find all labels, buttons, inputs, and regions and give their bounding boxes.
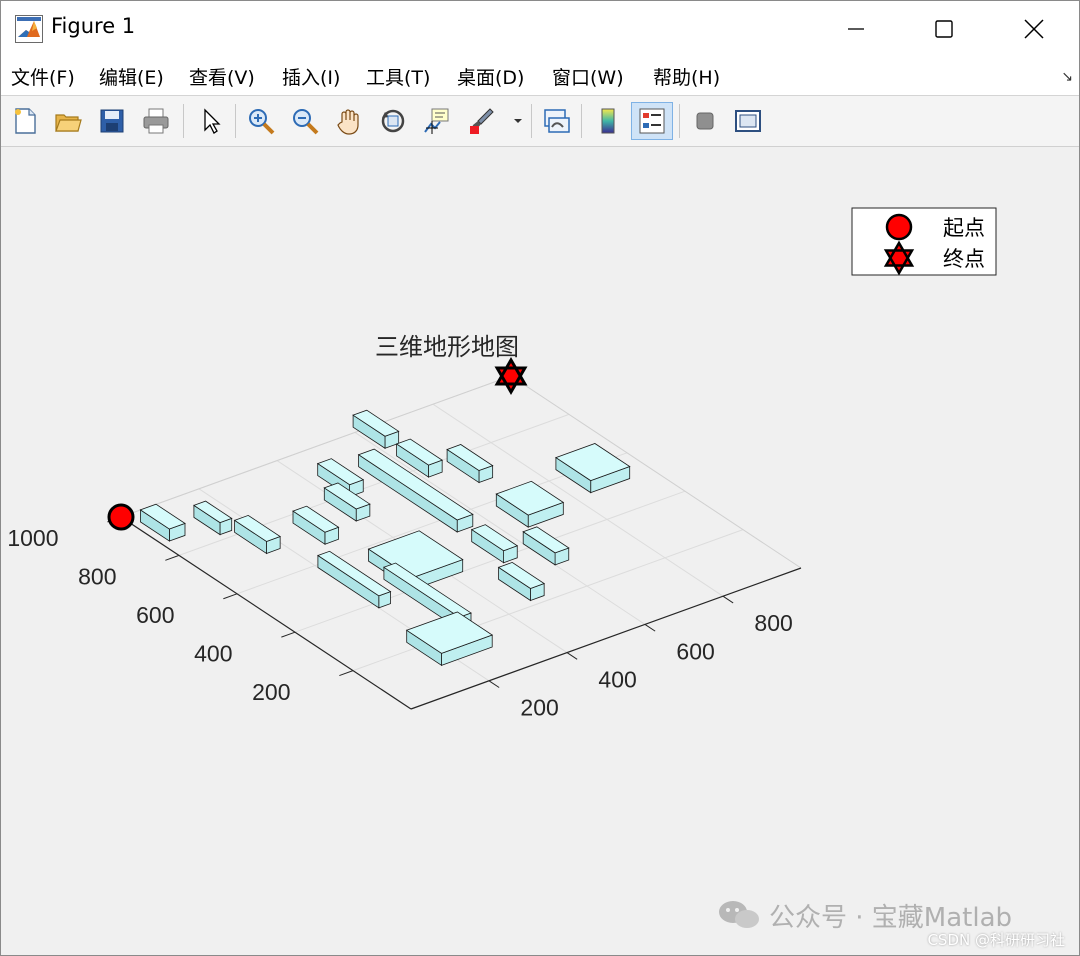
menu-insert[interactable]: 插入(I) [282, 63, 340, 90]
select-arrow-icon [204, 108, 221, 134]
save-icon [100, 109, 124, 133]
print-button[interactable] [139, 104, 173, 138]
y-tick-mark [339, 670, 354, 677]
legend-button[interactable] [631, 102, 673, 140]
terrain-block [497, 561, 546, 602]
menu-desktop[interactable]: 桌面(D) [457, 63, 524, 90]
rotate-3d-button[interactable] [376, 104, 410, 138]
minimize-icon [848, 28, 864, 30]
legend-start-marker [885, 213, 913, 241]
brush-dropdown-icon [514, 119, 522, 123]
minimize-button[interactable] [811, 1, 901, 57]
menu-help[interactable]: 帮助(H) [653, 63, 720, 90]
brush-dropdown-button[interactable] [509, 104, 527, 138]
legend-box[interactable]: 起点 终点 [851, 207, 997, 276]
x-tick-mark [722, 595, 734, 604]
legend-start-label: 起点 [943, 216, 985, 240]
open-file-button[interactable] [51, 104, 85, 138]
x-tick-label: 800 [754, 610, 792, 636]
title-bar: Figure 1 [1, 1, 1079, 57]
data-cursor-icon [424, 108, 449, 134]
terrain-block [139, 503, 186, 542]
data-cursor-button[interactable] [420, 104, 454, 138]
colorbar-button[interactable] [591, 104, 625, 138]
end-marker [494, 357, 528, 395]
y-tick-mark [281, 631, 296, 638]
figure-toolbar [1, 96, 1079, 147]
matlab-logo-icon [15, 15, 43, 43]
terrain-block [292, 505, 340, 545]
maximize-button[interactable] [899, 1, 989, 57]
new-figure-button[interactable] [8, 104, 42, 138]
x-tick-label: 600 [676, 638, 714, 664]
brush-button[interactable] [464, 104, 498, 138]
zoom-out-icon [293, 109, 319, 135]
rotate-3d-icon [381, 109, 405, 133]
zoom-in-icon [249, 109, 275, 135]
maximize-icon [935, 20, 953, 38]
wechat-icon [719, 901, 759, 928]
watermark: 公众号 · 宝藏Matlab [717, 897, 1057, 933]
window-title: Figure 1 [51, 14, 136, 38]
y-tick-mark [165, 554, 180, 561]
pan-button[interactable] [332, 104, 366, 138]
menu-view[interactable]: 查看(V) [189, 63, 255, 90]
figure-window: Figure 1 文件(F) 编辑(E) 查看(V) 插入(I) 工具(T) 桌… [0, 0, 1080, 956]
x-tick-mark [644, 623, 656, 632]
dock-arrow-icon[interactable]: ↘ [1061, 69, 1073, 85]
terrain-block [522, 526, 570, 566]
y-tick-mark [223, 593, 238, 600]
terrain-block [352, 409, 400, 450]
chart-title: 三维地形地图 [375, 333, 519, 361]
open-file-icon [55, 114, 82, 132]
start-marker [107, 503, 135, 531]
menu-tools[interactable]: 工具(T) [366, 63, 430, 90]
legend-end-label: 终点 [943, 247, 985, 271]
terrain-block [470, 524, 519, 564]
y-tick-label: 800 [78, 564, 116, 590]
terrain-block [405, 611, 494, 667]
show-plot-tools-icon [735, 110, 761, 132]
y-tick-label: 600 [136, 602, 174, 628]
menu-edit[interactable]: 编辑(E) [99, 63, 164, 90]
menu-window[interactable]: 窗口(W) [552, 63, 624, 90]
link-plot-icon [544, 109, 570, 133]
legend-icon [639, 108, 665, 134]
close-icon [1024, 19, 1044, 39]
x-tick-mark [566, 652, 578, 660]
x-tick-label: 400 [598, 666, 636, 692]
new-figure-icon [15, 108, 36, 134]
terrain-block [495, 480, 565, 528]
hide-plot-tools-button[interactable] [688, 104, 722, 138]
grid-border [120, 375, 512, 518]
link-plot-button[interactable] [539, 104, 573, 138]
x-tick-label: 200 [520, 695, 558, 721]
axes-3d[interactable]: 三维地形地图 200 400 600 800 200 400 600 800 1000 起点 终… [1, 147, 1079, 955]
menu-bar: 文件(F) 编辑(E) 查看(V) 插入(I) 工具(T) 桌面(D) 窗口(W… [1, 57, 1079, 96]
pan-hand-icon [337, 109, 359, 135]
zoom-in-button[interactable] [244, 104, 278, 138]
hide-plot-tools-icon [696, 112, 714, 130]
save-button[interactable] [95, 104, 129, 138]
x-tick-mark [488, 680, 500, 688]
select-arrow-button[interactable] [193, 104, 227, 138]
menu-file[interactable]: 文件(F) [11, 63, 75, 90]
grid-line-x [432, 403, 724, 597]
zoom-out-button[interactable] [288, 104, 322, 138]
colorbar-icon [601, 108, 615, 134]
terrain-block [555, 443, 631, 494]
close-button[interactable] [989, 1, 1079, 57]
csdn-credit: CSDN @科研研习社 [927, 931, 1065, 949]
show-plot-tools-button[interactable] [731, 104, 765, 138]
brush-icon [470, 108, 494, 134]
y-tick-label: 1000 [7, 525, 58, 551]
terrain-block [446, 444, 494, 484]
y-tick-label: 200 [252, 679, 290, 705]
figure-canvas: 三维地形地图 200 400 600 800 200 400 600 800 1000 起点 终… [1, 147, 1079, 955]
y-tick-label: 400 [194, 640, 232, 666]
print-icon [143, 108, 169, 134]
